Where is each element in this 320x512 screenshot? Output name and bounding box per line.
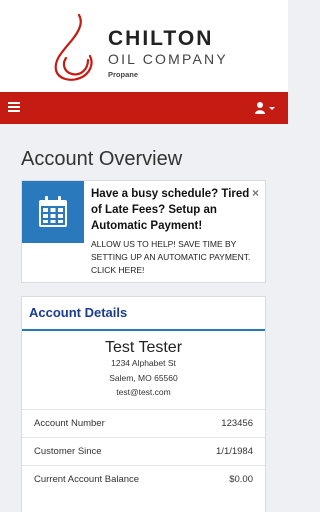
customer-name: Test Tester — [104, 339, 183, 356]
calendar-icon — [39, 196, 67, 227]
promo-heading: Have a busy schedule? Tired of Late Fees… — [91, 188, 250, 232]
top-navbar — [0, 92, 288, 124]
customer-email: test@test.com — [116, 387, 171, 397]
brand-subtitle: OIL COMPANY — [108, 51, 228, 67]
promo-link-text[interactable]: ALLOW US TO HELP! SAVE TIME BY SETTING U… — [91, 238, 263, 277]
brand-product: Propane — [108, 70, 139, 79]
brand-title: CHILTON — [108, 27, 214, 50]
customer-since-row: Customer Since 1/1/1984 — [22, 437, 265, 466]
page-title: Account Overview — [21, 148, 183, 170]
account-details-title: Account Details — [29, 305, 128, 320]
user-icon — [255, 102, 275, 114]
brand-name: CHILTON OIL COMPANY Propane — [108, 27, 228, 80]
row-value: 123456 — [221, 418, 253, 429]
row-value: 1/1/1984 — [216, 446, 253, 457]
user-menu-button[interactable] — [254, 101, 278, 115]
oil-drop-logo-icon — [54, 13, 93, 81]
brand-header: CHILTON OIL COMPANY Propane — [0, 0, 288, 92]
address-line-2: Salem, MO 65560 — [109, 373, 178, 383]
account-balance-row: Current Account Balance $0.00 — [22, 465, 265, 494]
address-line-1: 1234 Alphabet St — [111, 358, 176, 368]
account-details-header: Account Details — [22, 297, 265, 331]
row-label: Account Number — [34, 418, 105, 429]
calendar-icon-box — [22, 181, 84, 243]
account-details-card: Account Details Test Tester 1234 Alphabe… — [21, 296, 266, 512]
autopay-promo-card[interactable]: × Have a busy schedule? Tired of Late Fe… — [21, 180, 266, 283]
row-value: $0.00 — [229, 474, 253, 485]
account-number-row: Account Number 123456 — [22, 409, 265, 438]
row-label: Current Account Balance — [34, 474, 140, 485]
hamburger-menu-icon[interactable] — [8, 102, 20, 114]
caret-down-icon — [269, 107, 275, 110]
row-label: Customer Since — [34, 446, 102, 457]
